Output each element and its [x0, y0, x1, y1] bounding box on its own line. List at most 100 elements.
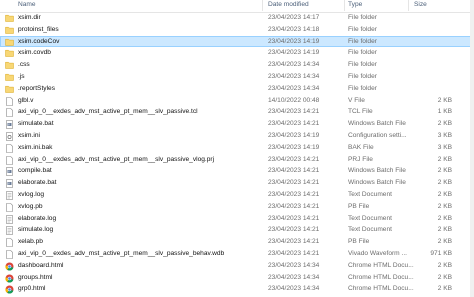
- folder-row[interactable]: .reportStyles 23/04/2023 14:34 File folder: [0, 83, 474, 95]
- file-name: elaborate.bat: [18, 179, 57, 187]
- file-row[interactable]: grp0.html 23/04/2023 14:34 Chrome HTML Doc…: [0, 283, 474, 295]
- bat-file-icon: [5, 120, 14, 129]
- file-name: compile.bat: [18, 167, 52, 175]
- file-row[interactable]: xsim.ini.bak 23/04/2023 14:19 BAK File 3 KB: [0, 142, 474, 154]
- folder-row[interactable]: .js 23/04/2023 14:34 File folder: [0, 71, 474, 83]
- folder-row[interactable]: xsim.codeCov 23/04/2023 14:19 File folder: [0, 35, 474, 48]
- folder-icon: [5, 85, 14, 93]
- file-type: File folder: [348, 49, 377, 57]
- file-icon: [5, 96, 14, 106]
- file-row[interactable]: glbl.v 14/10/2022 00:48 V File 2 KB: [0, 95, 474, 107]
- file-list: xsim.dir 23/04/2023 14:17 File folder proto…: [0, 12, 474, 295]
- chrome-icon: [5, 274, 14, 283]
- column-header-name[interactable]: Name: [18, 1, 36, 8]
- file-name: xvlog.pb: [18, 202, 43, 210]
- file-row[interactable]: simulate.log 23/04/2023 14:21 Text Documen…: [0, 224, 474, 236]
- folder-icon: [5, 14, 14, 22]
- file-type: File folder: [348, 14, 377, 21]
- file-row[interactable]: xvlog.log 23/04/2023 14:21 Text Document 2 …: [0, 189, 474, 201]
- file-date-modified: 23/04/2023 14:21: [268, 108, 320, 116]
- file-icon: [5, 143, 14, 153]
- file-type: Text Document: [348, 190, 392, 198]
- file-name: .js: [18, 72, 25, 80]
- folder-row[interactable]: protoinst_files 23/04/2023 14:18 File fold…: [0, 24, 474, 36]
- file-name: xsim.ini: [18, 131, 40, 139]
- file-row[interactable]: elaborate.log 23/04/2023 14:21 Text Docume…: [0, 213, 474, 225]
- file-date-modified: 23/04/2023 14:19: [268, 37, 320, 45]
- text-file-icon: [5, 226, 14, 236]
- file-icon: [5, 238, 14, 247]
- file-type: Text Document: [348, 214, 392, 222]
- file-name: axi_vip_0__exdes_adv_mst_active_pt_mem__…: [18, 155, 215, 163]
- file-icon: [5, 155, 14, 165]
- folder-icon: [5, 73, 14, 81]
- file-row[interactable]: axi_vip_0__exdes_adv_mst_active_pt_mem__…: [0, 106, 474, 118]
- file-type: Chrome HTML Docu...: [348, 261, 414, 269]
- file-size: 2 KB: [437, 120, 452, 128]
- column-divider[interactable]: [408, 0, 409, 11]
- file-row[interactable]: axi_vip_0__exdes_adv_mst_active_pt_mem__…: [0, 248, 474, 260]
- file-row[interactable]: xsim.ini 23/04/2023 14:19 Configuration se…: [0, 130, 474, 142]
- file-name: xsim.covdb: [18, 49, 51, 57]
- file-type: V File: [348, 96, 365, 104]
- vertical-scrollbar[interactable]: [470, 0, 474, 297]
- file-type: Vivado Waveform ...: [348, 249, 407, 257]
- file-row[interactable]: xvlog.pb 23/04/2023 14:21 PB File 2 KB: [0, 201, 474, 213]
- folder-row[interactable]: xsim.dir 23/04/2023 14:17 File folder: [0, 12, 474, 24]
- file-date-modified: 14/10/2022 00:48: [268, 96, 320, 104]
- config-file-icon: [5, 132, 14, 141]
- file-date-modified: 23/04/2023 14:21: [268, 167, 320, 175]
- column-header-size[interactable]: Size: [414, 1, 427, 8]
- file-date-modified: 23/04/2023 14:19: [268, 49, 320, 57]
- folder-row[interactable]: .css 23/04/2023 14:34 File folder: [0, 59, 474, 71]
- folder-icon: [5, 61, 14, 69]
- file-type: Configuration setti...: [348, 131, 407, 139]
- file-name: elaborate.log: [18, 214, 57, 222]
- file-date-modified: 23/04/2023 14:21: [268, 202, 320, 210]
- bat-file-icon: [5, 167, 14, 177]
- file-date-modified: 23/04/2023 14:17: [268, 14, 320, 21]
- file-row[interactable]: dashboard.html 23/04/2023 14:34 Chrome HTM…: [0, 260, 474, 272]
- file-size: 3 KB: [437, 143, 452, 151]
- folder-row[interactable]: xsim.covdb 23/04/2023 14:19 File folder: [0, 47, 474, 59]
- file-date-modified: 23/04/2023 14:21: [268, 238, 320, 246]
- file-type: TCL File: [348, 108, 373, 116]
- file-type: Chrome HTML Docu...: [348, 273, 414, 281]
- file-icon: [5, 202, 14, 212]
- file-row[interactable]: axi_vip_0__exdes_adv_mst_active_pt_mem__…: [0, 154, 474, 166]
- file-name: simulate.bat: [18, 120, 54, 128]
- bat-file-icon: [5, 179, 14, 188]
- file-type: Chrome HTML Docu...: [348, 285, 414, 293]
- file-row[interactable]: compile.bat 23/04/2023 14:21 Windows Batch…: [0, 165, 474, 177]
- file-name: protoinst_files: [18, 25, 59, 33]
- file-type: Windows Batch File: [348, 179, 406, 187]
- file-type: Windows Batch File: [348, 167, 406, 175]
- file-date-modified: 23/04/2023 14:21: [268, 179, 320, 187]
- file-date-modified: 23/04/2023 14:21: [268, 190, 320, 198]
- file-size: 2 KB: [437, 179, 452, 187]
- column-header-type[interactable]: Type: [348, 1, 362, 8]
- file-name: xsim.dir: [18, 14, 41, 21]
- file-row[interactable]: groups.html 23/04/2023 14:34 Chrome HTML D…: [0, 272, 474, 284]
- file-size: 2 KB: [437, 238, 452, 246]
- file-row[interactable]: elaborate.bat 23/04/2023 14:21 Windows Bat…: [0, 177, 474, 189]
- file-row[interactable]: xelab.pb 23/04/2023 14:21 PB File 2 KB: [0, 236, 474, 248]
- column-divider[interactable]: [262, 0, 263, 11]
- file-name: .reportStyles: [18, 84, 56, 92]
- file-icon: [5, 250, 14, 259]
- text-file-icon: [5, 214, 14, 224]
- file-date-modified: 23/04/2023 14:34: [268, 61, 320, 69]
- file-row[interactable]: simulate.bat 23/04/2023 14:21 Windows Batc…: [0, 118, 474, 130]
- file-name: dashboard.html: [18, 261, 64, 269]
- file-size: 2 KB: [437, 155, 452, 163]
- file-name: xsim.ini.bak: [18, 143, 53, 151]
- column-divider[interactable]: [344, 0, 345, 11]
- file-type: BAK File: [348, 143, 374, 151]
- column-header-date-modified[interactable]: Date modified: [268, 1, 309, 8]
- file-type: File folder: [348, 84, 377, 92]
- file-size: 2 KB: [437, 190, 452, 198]
- file-name: simulate.log: [18, 226, 54, 234]
- file-size: 2 KB: [437, 285, 452, 293]
- file-name: glbl.v: [18, 96, 34, 104]
- file-date-modified: 23/04/2023 14:21: [268, 155, 320, 163]
